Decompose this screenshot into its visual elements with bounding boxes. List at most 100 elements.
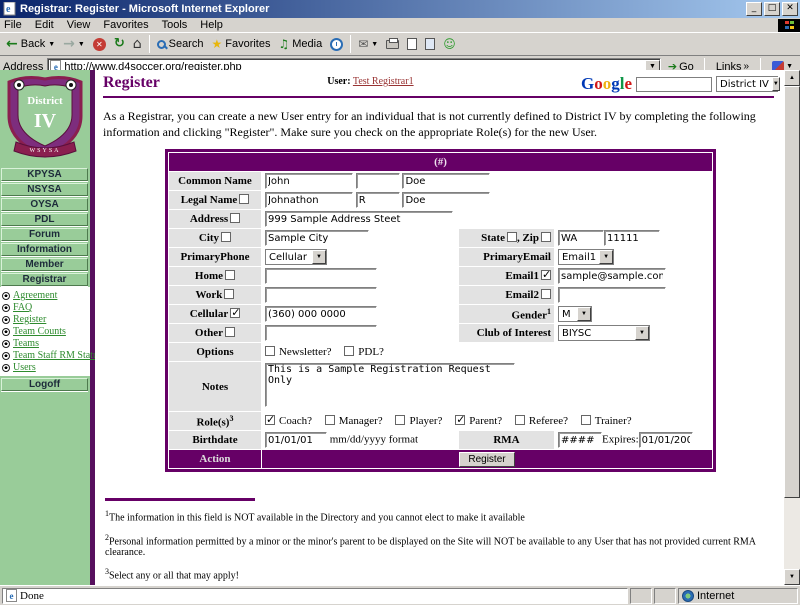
search-button[interactable]: Search <box>153 34 208 54</box>
newsletter-checkbox[interactable] <box>265 346 275 356</box>
user-link[interactable]: Test Registrar1 <box>353 76 414 87</box>
other-phone-input[interactable] <box>265 325 377 341</box>
zip-input[interactable] <box>604 230 660 246</box>
sidebar-link-agreement[interactable]: Agreement <box>13 290 57 301</box>
club-of-interest-label: Club of Interest <box>459 324 554 342</box>
vertical-scrollbar[interactable]: ▲ ▼ <box>784 70 800 585</box>
cellular-input[interactable] <box>265 306 377 322</box>
minimize-button[interactable]: _ <box>746 2 762 16</box>
sidebar-item-registrar[interactable]: Registrar <box>1 273 88 286</box>
sidebar-link-users[interactable]: Users <box>13 362 36 373</box>
city-input[interactable] <box>265 230 369 246</box>
home-phone-checkbox[interactable] <box>225 270 235 280</box>
legal-middle-input[interactable] <box>356 192 400 208</box>
street-address-input[interactable] <box>265 211 453 227</box>
discuss-button[interactable] <box>421 34 439 54</box>
forward-button[interactable]: → ▼ <box>59 34 89 54</box>
sidebar-item-kpysa[interactable]: KPYSA <box>1 168 88 181</box>
menu-help[interactable]: Help <box>200 19 223 31</box>
sidebar-link-faq[interactable]: FAQ <box>13 302 32 313</box>
address-checkbox[interactable] <box>230 213 240 223</box>
mail-button[interactable]: ✉ ▼ <box>354 34 382 54</box>
sidebar-item-information[interactable]: Information <box>1 243 88 256</box>
scrollbar-thumb[interactable] <box>784 86 800 498</box>
favorites-button[interactable]: ★ Favorites <box>207 34 274 54</box>
manager-checkbox[interactable] <box>325 415 335 425</box>
edit-button[interactable] <box>403 34 421 54</box>
zip-checkbox[interactable] <box>541 232 551 242</box>
email1-checkbox[interactable] <box>541 270 551 280</box>
sidebar-item-pdl[interactable]: PDL <box>1 213 88 226</box>
sidebar-link-team-counts[interactable]: Team Counts <box>13 326 66 337</box>
chevron-down-icon[interactable]: ▼ <box>577 307 591 321</box>
sidebar-link-register[interactable]: Register <box>13 314 46 325</box>
menu-view[interactable]: View <box>67 19 91 31</box>
messenger-button[interactable]: ☺ <box>439 34 460 54</box>
mail-dropdown-icon[interactable]: ▼ <box>371 41 378 48</box>
sidebar-link-team-staff-rm-status[interactable]: Team Staff RM Status <box>13 350 102 361</box>
email2-checkbox[interactable] <box>541 289 551 299</box>
common-middle-input[interactable] <box>356 173 400 189</box>
common-last-input[interactable] <box>402 173 490 189</box>
city-checkbox[interactable] <box>221 232 231 242</box>
coach-checkbox[interactable] <box>265 415 275 425</box>
gender-select[interactable]: M▼ <box>558 306 592 322</box>
link-item-dropdown-icon[interactable]: ▼ <box>786 63 793 70</box>
state-input[interactable] <box>558 230 604 246</box>
scroll-up-icon[interactable]: ▲ <box>784 70 800 86</box>
birthdate-input[interactable] <box>265 432 327 448</box>
state-checkbox[interactable] <box>507 232 517 242</box>
home-button[interactable]: ⌂ <box>129 34 146 54</box>
sidebar-item-oysa[interactable]: OYSA <box>1 198 88 211</box>
media-button[interactable]: ♫ Media <box>274 34 326 54</box>
print-button[interactable] <box>382 34 403 54</box>
stop-button[interactable]: ✕ <box>89 34 110 54</box>
menu-file[interactable]: File <box>4 19 22 31</box>
club-of-interest-select[interactable]: BIYSC▼ <box>558 325 650 341</box>
menu-tools[interactable]: Tools <box>162 19 188 31</box>
refresh-button[interactable]: ↻ <box>110 34 129 54</box>
primary-email-select[interactable]: Email1▼ <box>558 249 614 265</box>
notes-textarea[interactable]: This is a Sample Registration Request On… <box>265 363 515 407</box>
legal-first-input[interactable] <box>265 192 353 208</box>
back-dropdown-icon[interactable]: ▼ <box>48 41 55 48</box>
rma-input[interactable] <box>558 432 602 448</box>
chevron-down-icon[interactable]: ▼ <box>772 77 780 91</box>
trainer-checkbox[interactable] <box>581 415 591 425</box>
other-phone-checkbox[interactable] <box>225 327 235 337</box>
cellular-checkbox[interactable] <box>230 308 240 318</box>
home-phone-input[interactable] <box>265 268 377 284</box>
work-phone-input[interactable] <box>265 287 377 303</box>
parent-checkbox[interactable] <box>455 415 465 425</box>
pdl-checkbox[interactable] <box>344 346 354 356</box>
sidebar-link-teams[interactable]: Teams <box>13 338 39 349</box>
sidebar-item-nsysa[interactable]: NSYSA <box>1 183 88 196</box>
sidebar-item-member[interactable]: Member <box>1 258 88 271</box>
sidebar-item-forum[interactable]: Forum <box>1 228 88 241</box>
logoff-button[interactable]: Logoff <box>1 378 88 391</box>
email1-input[interactable] <box>558 268 666 284</box>
legal-last-input[interactable] <box>402 192 490 208</box>
forward-dropdown-icon[interactable]: ▼ <box>78 41 85 48</box>
google-search-input[interactable] <box>636 77 712 92</box>
legal-name-checkbox[interactable] <box>239 194 249 204</box>
menu-edit[interactable]: Edit <box>35 19 54 31</box>
maximize-button[interactable]: □ <box>764 2 780 16</box>
close-button[interactable]: ✕ <box>782 2 798 16</box>
email2-input[interactable] <box>558 287 666 303</box>
scroll-down-icon[interactable]: ▼ <box>784 569 800 585</box>
chevron-down-icon[interactable]: ▼ <box>599 250 613 264</box>
common-first-input[interactable] <box>265 173 353 189</box>
chevron-down-icon[interactable]: ▼ <box>312 250 326 264</box>
expires-input[interactable] <box>639 432 693 448</box>
primary-phone-select[interactable]: Cellular▼ <box>265 249 327 265</box>
menu-favorites[interactable]: Favorites <box>103 19 148 31</box>
player-checkbox[interactable] <box>395 415 405 425</box>
chevron-down-icon[interactable]: ▼ <box>635 326 649 340</box>
work-phone-checkbox[interactable] <box>224 289 234 299</box>
google-site-select[interactable]: District IV ▼ <box>716 76 778 92</box>
referee-checkbox[interactable] <box>515 415 525 425</box>
history-button[interactable] <box>326 34 347 54</box>
back-button[interactable]: ← Back ▼ <box>2 34 59 54</box>
register-button[interactable]: Register <box>459 452 514 467</box>
